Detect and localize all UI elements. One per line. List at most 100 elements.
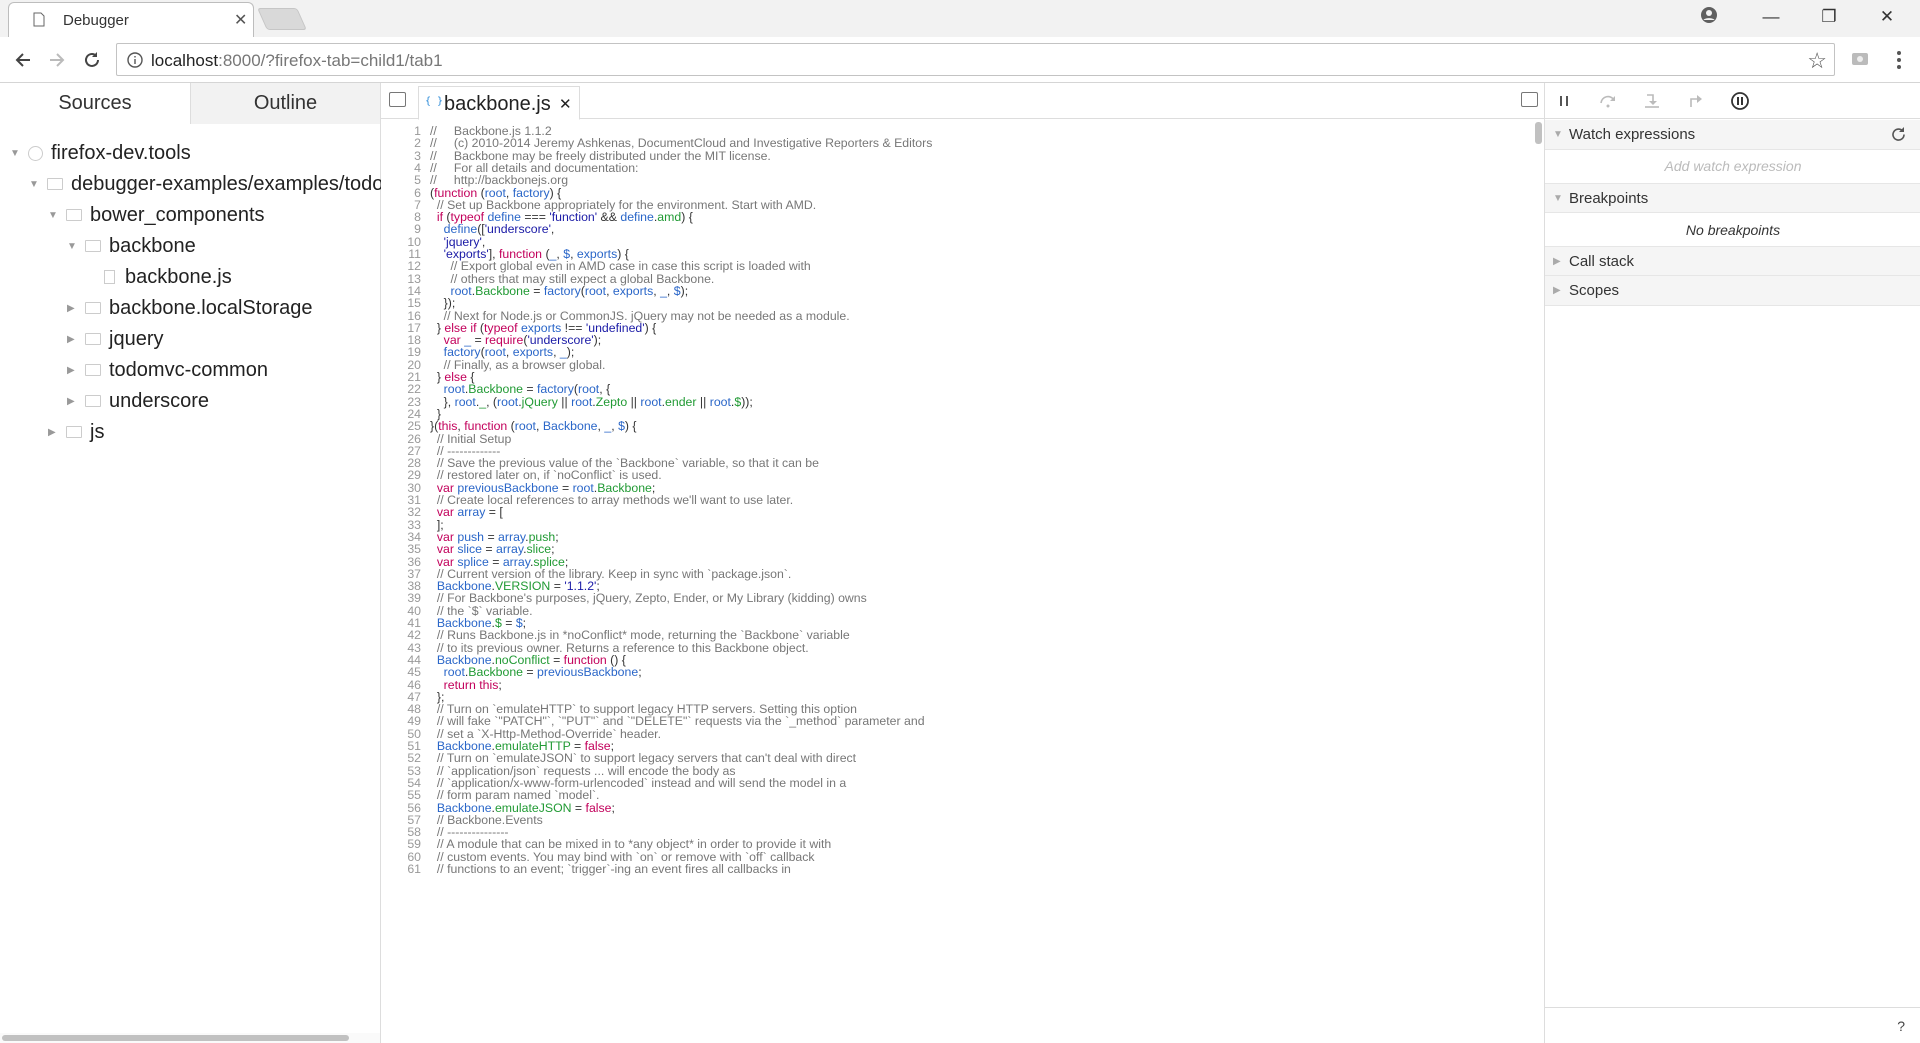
line-number[interactable]: 32 [381,506,421,519]
account-icon[interactable] [1700,6,1718,24]
pause-on-exceptions-button[interactable] [1729,90,1751,112]
line-number[interactable]: 19 [381,346,421,359]
command-bar [1545,83,1920,119]
reload-icon [85,52,99,67]
line-number[interactable]: 35 [381,543,421,556]
line-number[interactable]: 29 [381,469,421,482]
chevron-right-icon[interactable]: ▶ [67,365,81,376]
bookmark-star-icon[interactable]: ☆ [1807,48,1827,74]
step-over-button[interactable] [1597,90,1619,112]
code-text: // functions to an event; `trigger`-ing … [430,862,791,876]
tree-item[interactable]: ▶ todomvc-common [67,356,268,384]
folder-icon [85,302,101,314]
line-number[interactable]: 46 [381,678,421,691]
code-view[interactable]: 1// Backbone.js 1.1.2 2// (c) 2010-2014 J… [381,120,1533,1043]
chevron-down-icon[interactable]: ▼ [67,241,81,252]
line-number[interactable]: 36 [381,555,421,568]
chevron-down-icon: ▼ [1553,129,1563,140]
browser-tab-debugger[interactable]: Debugger ✕ [8,2,254,37]
folder-icon [66,426,82,438]
toggle-right-pane-icon[interactable] [1521,92,1538,107]
tree-item[interactable]: ▶ backbone.localStorage [67,294,312,322]
scrollbar-thumb[interactable] [2,1035,349,1041]
pause-icon [1560,96,1568,106]
step-out-icon [1690,95,1702,107]
tab-outline[interactable]: Outline [190,83,380,124]
line-number[interactable]: 59 [381,838,421,851]
scopes-header[interactable]: ▶ Scopes [1545,276,1920,306]
tree-item-label: todomvc-common [109,358,268,381]
line-number[interactable]: 52 [381,752,421,765]
step-in-button[interactable] [1641,90,1663,112]
folder-icon [66,209,82,221]
new-tab-button[interactable] [257,8,307,30]
horizontal-scrollbar[interactable] [0,1033,380,1043]
line-number[interactable]: 39 [381,592,421,605]
vertical-scrollbar[interactable] [1533,120,1544,1043]
tree-item[interactable]: ▶ jquery [67,325,163,353]
line-number[interactable]: 55 [381,789,421,802]
page-icon [33,12,45,27]
line-number[interactable]: 12 [381,260,421,273]
chevron-right-icon[interactable]: ▶ [67,334,81,345]
close-file-icon[interactable]: ✕ [559,95,572,113]
help-button[interactable]: ? [1897,1018,1905,1034]
chevron-down-icon[interactable]: ▼ [29,179,43,190]
reload-button[interactable] [79,47,105,73]
extension-icon[interactable] [1850,49,1870,69]
pause-button[interactable] [1553,90,1575,112]
step-out-button[interactable] [1685,90,1707,112]
info-icon[interactable] [127,52,143,68]
add-watch-expression-input[interactable]: Add watch expression [1545,150,1920,182]
tree-item[interactable]: ▼ debugger-examples/examples/todo [29,170,383,198]
line-number[interactable]: 6 [381,186,421,199]
tab-sources[interactable]: Sources [0,83,190,124]
back-button[interactable] [10,47,36,73]
restore-button[interactable]: ❐ [1800,0,1858,34]
line-number[interactable]: 5 [381,174,421,187]
line-number[interactable]: 2 [381,137,421,150]
line-number[interactable]: 49 [381,715,421,728]
minimize-button[interactable]: — [1742,0,1800,34]
line-number[interactable]: 15 [381,297,421,310]
line-number[interactable]: 61 [381,863,421,876]
tree-item[interactable]: ▼ firefox-dev.tools [10,139,191,167]
scrollbar-thumb[interactable] [1535,122,1542,144]
breakpoints-title: Breakpoints [1569,189,1649,207]
line-number[interactable]: 26 [381,432,421,445]
url-path: :8000/?firefox-tab=child1/tab1 [218,51,443,70]
refresh-icon[interactable] [1890,126,1907,143]
tree-item[interactable]: ▶ underscore [67,387,209,415]
close-window-button[interactable]: ✕ [1858,0,1916,34]
line-number[interactable]: 42 [381,629,421,642]
close-tab-icon[interactable]: ✕ [234,10,247,30]
tree-item-label: jquery [109,327,164,350]
url-text: localhost:8000/?firefox-tab=child1/tab1 [151,51,443,71]
tree-item[interactable]: ▼ backbone [67,232,196,260]
watch-expressions-header[interactable]: ▼ Watch expressions [1545,120,1920,150]
browser-toolbar: localhost:8000/?firefox-tab=child1/tab1 … [0,37,1920,83]
line-number[interactable]: 9 [381,223,421,236]
chevron-right-icon[interactable]: ▶ [67,396,81,407]
line-number[interactable]: 56 [381,801,421,814]
call-stack-header[interactable]: ▶ Call stack [1545,246,1920,276]
editor-file-tab[interactable]: { } backbone.js ✕ [418,86,580,120]
chevron-down-icon[interactable]: ▼ [48,210,62,221]
tree-item[interactable]: ▶ js [48,418,104,446]
line-number[interactable]: 45 [381,666,421,679]
forward-button[interactable] [44,47,70,73]
folder-icon [47,178,63,190]
line-number[interactable]: 25 [381,420,421,433]
chevron-down-icon[interactable]: ▼ [10,148,24,159]
tree-item[interactable]: ▼ bower_components [48,201,265,229]
scopes-title: Scopes [1569,282,1620,299]
toggle-left-pane-icon[interactable] [389,92,406,107]
tree-item[interactable]: backbone.js [86,263,232,291]
menu-icon[interactable] [1889,49,1909,71]
address-bar[interactable]: localhost:8000/?firefox-tab=child1/tab1 … [116,43,1835,76]
chevron-right-icon[interactable]: ▶ [48,427,62,438]
chevron-right-icon[interactable]: ▶ [67,303,81,314]
line-number[interactable]: 22 [381,383,421,396]
breakpoints-header[interactable]: ▼ Breakpoints [1545,183,1920,213]
line-number[interactable]: 16 [381,309,421,322]
